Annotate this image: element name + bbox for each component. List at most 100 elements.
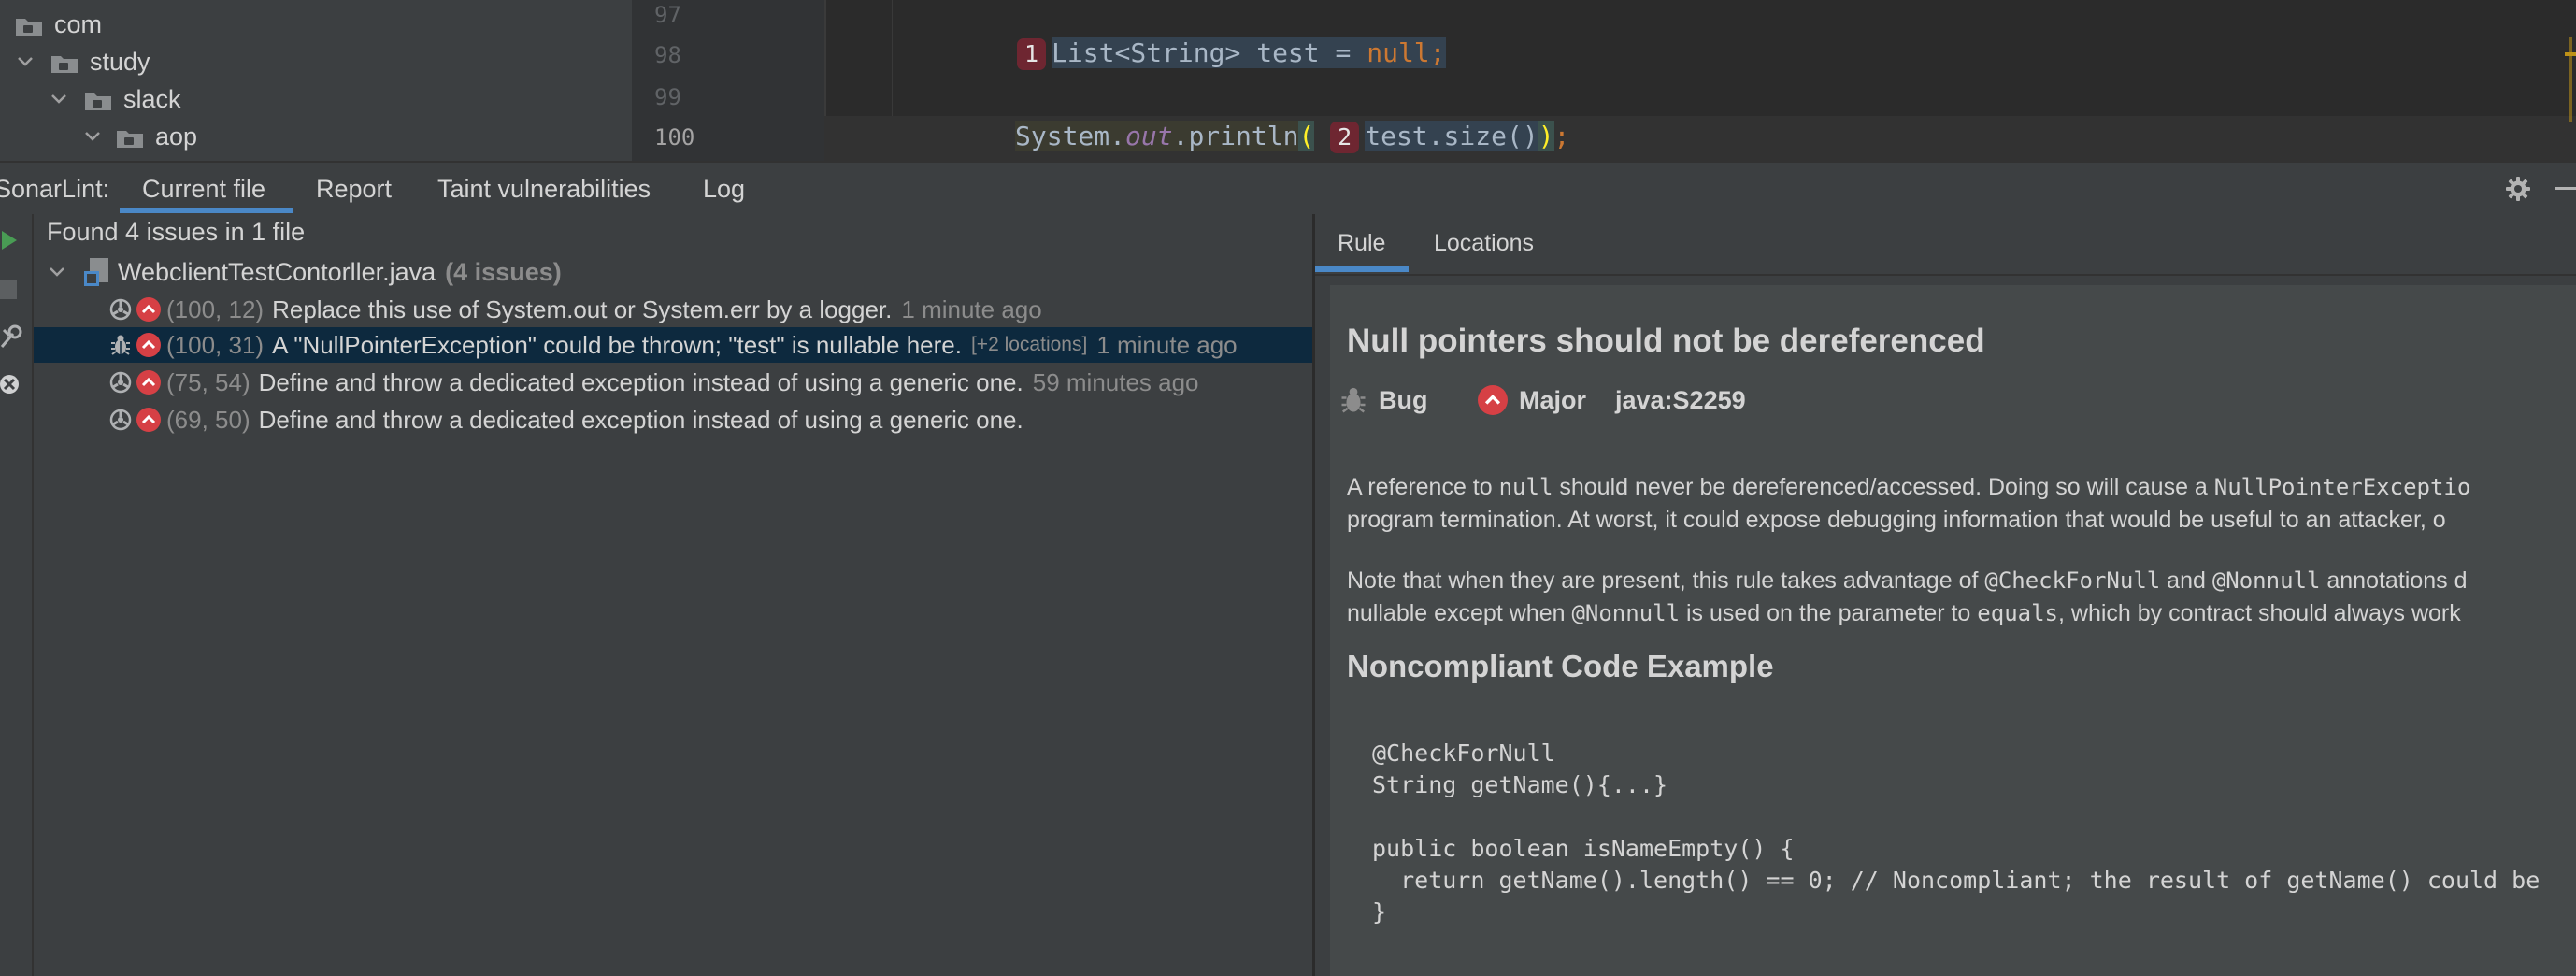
folder-icon: [84, 89, 112, 110]
code-example-line: @CheckForNull: [1372, 739, 1555, 767]
sonarlint-toolbar: SonarLint: Current file Report Taint vul…: [0, 161, 2576, 216]
code-size: .size(): [1427, 121, 1538, 151]
chevron-down-icon[interactable]: [80, 124, 105, 149]
issue-age: 1 minute ago: [1096, 330, 1238, 359]
issue-message: Replace this use of System.out or System…: [272, 294, 893, 323]
issues-panel: Found 4 issues in 1 file WebclientTestCo…: [34, 214, 1312, 976]
tree-item-com[interactable]: com: [15, 6, 102, 43]
issue-row[interactable]: (75, 54) Define and throw a dedicated ex…: [34, 365, 1312, 400]
tab-log[interactable]: Log: [703, 163, 745, 215]
tree-item-label: slack: [123, 84, 181, 113]
action-strip: [0, 214, 34, 976]
clear-icon[interactable]: [0, 373, 22, 400]
tab-report[interactable]: Report: [316, 163, 392, 215]
bug-icon: [108, 333, 133, 357]
chevron-down-icon[interactable]: [13, 50, 37, 74]
code-run: null: [1498, 474, 1553, 500]
code-type: List<String>: [1052, 37, 1241, 68]
text-run: , which by contract should always work: [2058, 600, 2461, 626]
rule-severity: Major: [1478, 381, 1586, 419]
rules-config-icon[interactable]: [0, 324, 22, 353]
code-smell-icon: [108, 297, 133, 322]
rule-description: Null pointers should not be dereferenced…: [1330, 285, 2576, 976]
text-run: annotations d: [2320, 567, 2468, 594]
panel-splitter[interactable]: [1312, 214, 1315, 976]
severity-major-icon: [136, 333, 161, 357]
issue-row[interactable]: (100, 31) A "NullPointerException" could…: [34, 327, 1312, 363]
file-name: WebclientTestContorller.java: [118, 257, 436, 286]
tree-item-study[interactable]: study: [13, 43, 150, 80]
line-number: 100: [654, 124, 695, 151]
gear-icon[interactable]: [2505, 176, 2531, 207]
tree-item-label: com: [54, 9, 103, 38]
text-run: should never be dereferenced/accessed. D…: [1553, 474, 2214, 500]
rule-paragraph-1-cont: program termination. At worst, it could …: [1347, 507, 2446, 533]
rule-paragraph-2: Note that when they are present, this ru…: [1347, 567, 2468, 595]
issue-location: (69, 50): [166, 405, 250, 434]
toolbar-title: SonarLint:: [0, 175, 110, 203]
tab-active-indicator: [120, 208, 293, 213]
code-run: @Nonnull: [2211, 567, 2321, 594]
code-run: @Nonnull: [1571, 600, 1681, 626]
issue-message: Define and throw a dedicated exception i…: [258, 367, 1023, 396]
code-println: .println: [1172, 121, 1299, 151]
rule-paragraph-1: A reference to null should never be dere…: [1347, 474, 2470, 501]
code-example-line: return getName().length() == 0; // Nonco…: [1372, 867, 2540, 894]
issue-message: Define and throw a dedicated exception i…: [258, 405, 1023, 434]
issue-location: (100, 12): [166, 294, 265, 323]
tab-rule[interactable]: Rule: [1338, 214, 1385, 272]
code-line-98[interactable]: 1 List<String> test = null;: [1017, 37, 1446, 70]
location-badge[interactable]: 1: [1017, 38, 1047, 70]
issue-row[interactable]: (100, 12) Replace this use of System.out…: [34, 292, 1312, 327]
rule-type-label: Bug: [1379, 385, 1428, 414]
code-run: equals: [1977, 600, 2058, 626]
text-run: and: [2160, 567, 2212, 594]
tree-item-label: study: [90, 47, 150, 76]
rule-key: java:S2259: [1615, 385, 1746, 414]
chevron-down-icon[interactable]: [45, 260, 69, 284]
severity-major-icon: [1478, 385, 1508, 415]
line-number: 99: [654, 84, 681, 110]
severity-major-icon: [136, 370, 161, 395]
minimize-icon[interactable]: [2555, 187, 2576, 190]
scroll-marker[interactable]: [2569, 37, 2572, 122]
tree-item-aop[interactable]: aop: [80, 118, 197, 155]
code-example-line: String getName(){...}: [1372, 771, 1668, 798]
text-run: nullable except when: [1347, 600, 1572, 626]
issue-row[interactable]: (69, 50) Define and throw a dedicated ex…: [34, 402, 1312, 438]
rule-title: Null pointers should not be dereferenced: [1347, 323, 1985, 359]
code-assign: =: [1319, 37, 1367, 68]
tab-locations[interactable]: Locations: [1434, 214, 1534, 272]
code-open-paren: (: [1298, 121, 1315, 151]
code-example-line: }: [1372, 898, 1387, 926]
tree-item-slack[interactable]: slack: [47, 80, 181, 118]
issues-summary: Found 4 issues in 1 file: [47, 218, 306, 246]
issue-location: (100, 31): [166, 330, 265, 359]
folder-icon: [116, 126, 144, 148]
chevron-down-icon[interactable]: [47, 87, 71, 111]
file-node[interactable]: WebclientTestContorller.java (4 issues): [45, 255, 562, 289]
play-icon[interactable]: [0, 229, 19, 256]
java-file-icon: [84, 258, 110, 286]
issue-message: A "NullPointerException" could be thrown…: [272, 330, 962, 359]
issue-age: 1 minute ago: [901, 294, 1042, 323]
code-null: null: [1367, 37, 1430, 68]
tab-taint-vulnerabilities[interactable]: Taint vulnerabilities: [437, 163, 651, 215]
tree-item-label: aop: [155, 122, 198, 151]
code-out: out: [1125, 121, 1173, 151]
folder-icon: [15, 14, 43, 36]
location-badge[interactable]: 2: [1330, 122, 1360, 153]
rule-tabs: Rule Locations: [1315, 214, 2576, 276]
severity-major-icon: [136, 408, 161, 432]
code-run: NullPointerExceptio: [2213, 474, 2471, 500]
text-run: is used on the parameter to: [1680, 600, 1978, 626]
line-number: 98: [654, 42, 681, 68]
rule-type: Bug: [1339, 381, 1427, 419]
code-semi: ;: [1429, 37, 1446, 68]
code-line-100[interactable]: System.out.println( 2 test.size());: [1015, 121, 1569, 153]
code-system: System.: [1015, 121, 1126, 151]
code-semi: ;: [1553, 121, 1570, 151]
stop-icon[interactable]: [0, 280, 19, 305]
tab-active-indicator: [1315, 266, 1409, 272]
file-issue-count: (4 issues): [445, 257, 562, 286]
